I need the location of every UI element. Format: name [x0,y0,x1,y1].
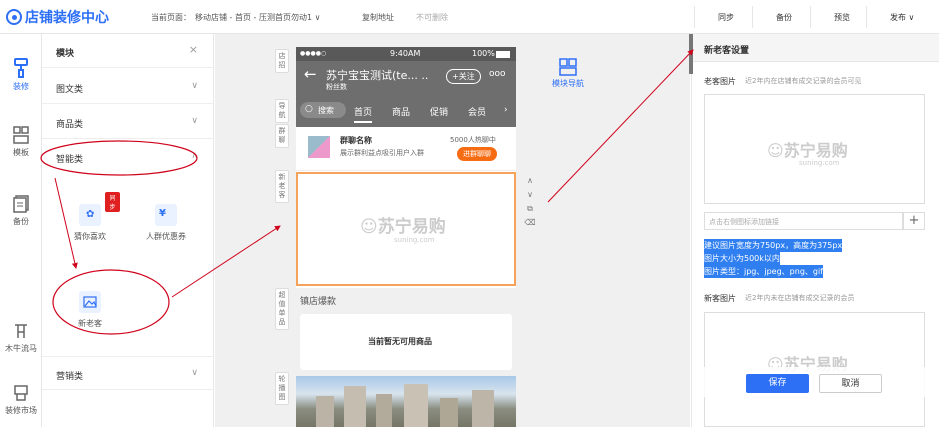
old-customer-image-upload[interactable]: ☺苏宁易购 suning.com [704,94,925,204]
image-icon [79,291,101,313]
category-smart[interactable]: 智能类 ∧ [42,140,214,174]
category-goods[interactable]: 商品类 ∨ [42,105,214,139]
new-customer-label: 新客图片 [704,294,736,303]
tab-goods[interactable]: 商品 [392,105,410,118]
battery-icon [496,51,510,58]
move-up-icon[interactable]: ∧ [522,174,538,188]
module-controls: ∧ ∨ ⧉ ⌫ [522,174,538,232]
side-tag-new-old[interactable]: 新老客 [275,170,289,203]
add-link-button[interactable]: + [903,212,925,230]
module-header: 模块 × [42,34,214,68]
group-avatar [308,136,330,158]
side-tag-group-chat[interactable]: 群聊 [275,124,289,148]
template-icon [13,126,29,144]
category-graphic[interactable]: 图文类 ∨ [42,70,214,104]
backup-button[interactable]: 备份 [776,12,792,23]
carousel-image[interactable] [296,376,516,427]
new-old-customer-module[interactable]: ☺苏宁易购 suning.com [296,172,516,286]
phone-preview: ●●●●○ 9:40AM 100% ← 苏宁宝宝测试(te... .. 粉丝数 … [296,47,516,427]
chevron-down-icon: ∨ [314,13,321,22]
suning-icon: ☺ [360,217,378,237]
chevron-down-icon: ∨ [191,116,198,126]
category-marketing[interactable]: 营销类 ∨ [42,356,214,390]
settings-panel: 新老客设置 老客图片 近2年内在店铺有成交记录的会员可见 ☺苏宁易购 sunin… [691,34,939,427]
nav-muniu[interactable]: 木牛流马 [0,322,42,354]
old-customer-label: 老客图片 [704,77,736,86]
search-button[interactable]: ○ 搜索 [300,102,346,118]
group-chat-module[interactable]: 群聊名称 展示群利益点吸引用户入群 5000人热聊中 进群聊聊 [296,129,516,171]
close-icon[interactable]: × [189,43,198,56]
tool-crowd-coupon[interactable]: ¥ 人群优惠券 [136,204,196,242]
status-bar: ●●●●○ 9:40AM 100% [296,47,516,61]
chevron-up-icon: ∧ [191,151,198,161]
logo-icon [6,9,22,25]
tab-member[interactable]: 会员 [468,105,486,118]
preview-button[interactable]: 预览 [834,12,850,23]
side-tag-navigation[interactable]: 导航 [275,99,289,123]
scrollbar-thumb[interactable] [689,34,693,74]
no-delete-label: 不可删除 [416,13,448,22]
move-down-icon[interactable]: ∨ [522,188,538,202]
left-nav: 装修 模板 备份 木牛流马 装修市场 [0,34,42,427]
sync-badge: 同步 [105,192,120,212]
tool-new-old-customer[interactable]: 新老客 [60,291,120,329]
old-customer-hint: 近2年内在店铺有成交记录的会员可见 [745,77,862,85]
page-breadcrumb[interactable]: 移动店铺 - 首页 - 压测首页勿动1 ∨ [195,12,320,23]
muniu-icon [15,324,27,338]
shop-name: 苏宁宝宝测试(te... .. [326,69,429,82]
module-panel: 模块 × 图文类 ∨ 商品类 ∨ 智能类 ∧ ✿ 猜你喜欢 同步 ¥ 人群优惠券 新老客… [42,34,214,427]
current-page-label: 当前页面： [151,13,191,22]
hot-goods-module[interactable]: 镇店爆款 当前暂无可用商品 [296,288,516,376]
tool-guess-like[interactable]: ✿ 猜你喜欢 同步 [60,192,120,242]
guess-like-icon: ✿ [79,204,101,226]
coupon-icon: ¥ [155,204,177,226]
side-tag-shop-sign[interactable]: 店招 [275,49,289,73]
tab-home[interactable]: 首页 [354,105,373,123]
tab-promo[interactable]: 促销 [430,105,448,118]
nav-decorate[interactable]: 装修 [0,58,42,92]
follow-button[interactable]: +关注 [446,69,481,84]
copy-icon[interactable]: ⧉ [522,202,538,216]
sync-button[interactable]: 同步 [718,12,734,23]
suning-icon: ☺ [767,141,784,160]
watermark-logo: ☺苏宁易购 [360,217,446,237]
copy-address-link[interactable]: 复制地址 [362,12,394,23]
app-logo[interactable]: 店铺装修中心 [6,7,109,27]
module-nav-button[interactable]: 模块导航 [546,58,590,89]
module-nav-icon [559,58,577,76]
no-goods-text: 当前暂无可用商品 [368,337,432,346]
shop-header: ← 苏宁宝宝测试(te... .. 粉丝数 +关注 ooo ○ 搜索 首页 商品 … [296,61,516,127]
back-arrow-icon[interactable]: ← [304,65,317,83]
link-input[interactable]: 点击右侧图标添加链接 [704,212,903,230]
fans-label: 粉丝数 [326,83,347,91]
nav-template[interactable]: 模板 [0,126,42,158]
backup-icon [13,195,29,213]
publish-button[interactable]: 发布 ∨ [890,12,914,23]
side-tag-value-goods[interactable]: 超值单品 [275,288,289,330]
more-icon[interactable]: ooo [489,69,506,79]
search-icon: ○ [305,104,313,114]
chevron-down-icon: ∨ [191,81,198,91]
join-group-button[interactable]: 进群聊聊 [457,147,497,161]
chevron-down-icon: ∨ [191,368,198,378]
top-bar: 店铺装修中心 当前页面： 移动店铺 - 首页 - 压测首页勿动1 ∨ 复制地址 … [0,0,939,34]
brush-icon [14,58,28,78]
market-icon [14,385,28,401]
side-tag-carousel[interactable]: 轮播图 [275,372,289,405]
image-requirements: 建议图片宽度为750px，高度为375px 图片大小为500k以内 图片类型：j… [704,239,843,278]
delete-icon[interactable]: ⌫ [522,216,538,230]
save-button[interactable]: 保存 [746,374,809,393]
nav-backup[interactable]: 备份 [0,195,42,227]
cancel-button[interactable]: 取消 [819,374,882,393]
nav-market[interactable]: 装修市场 [0,384,42,416]
settings-header: 新老客设置 [692,34,939,62]
new-customer-hint: 近2年内未在店铺有成交记录的会员 [745,294,855,302]
